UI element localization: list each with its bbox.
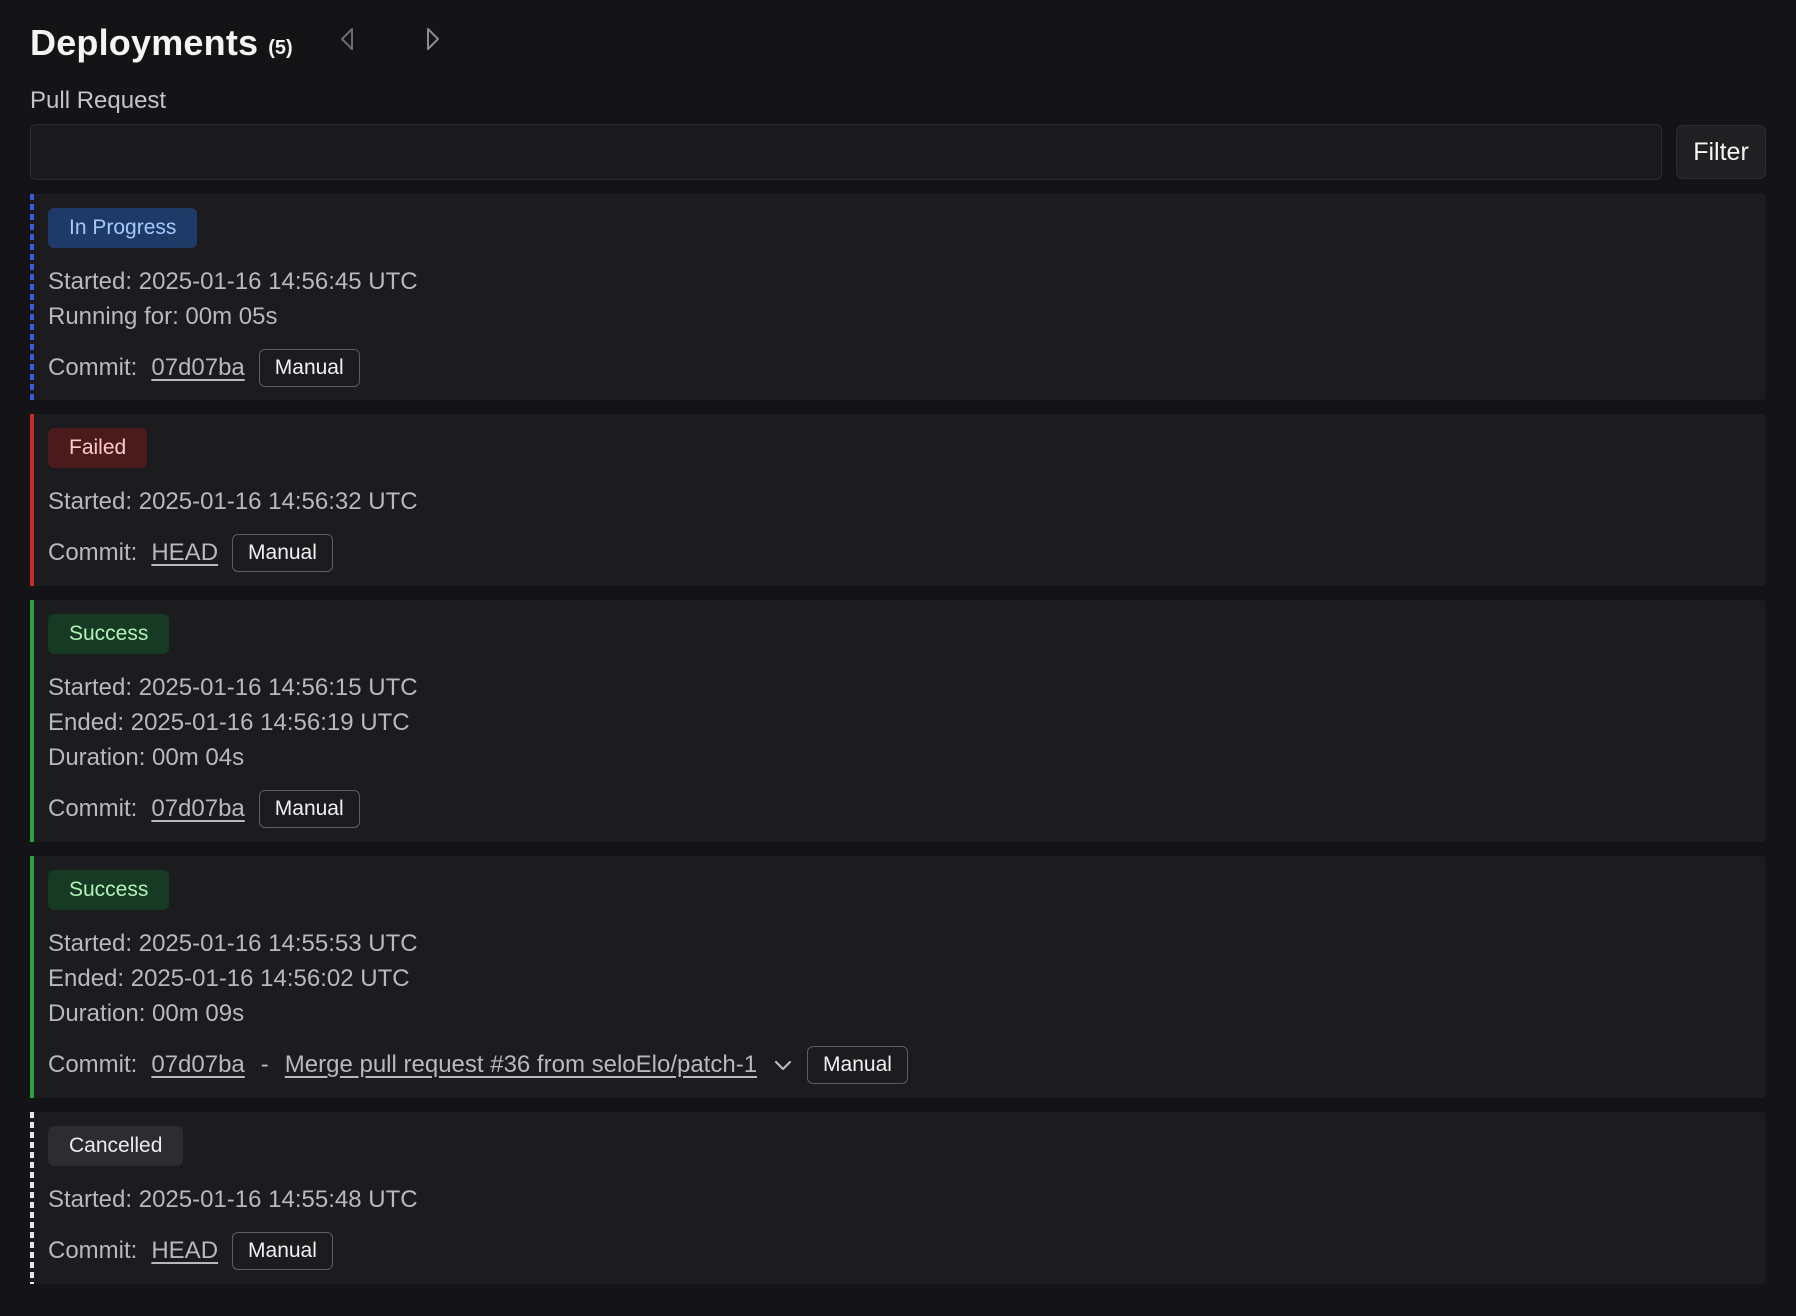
commit-label: Commit:: [48, 354, 138, 381]
commit-link[interactable]: 07d07ba: [151, 354, 244, 382]
trigger-chip: Manual: [258, 349, 360, 387]
deployment-card: Failed Started: 2025-01-16 14:56:32 UTC …: [30, 414, 1766, 586]
commit-label: Commit:: [48, 1051, 138, 1078]
started-time: Started: 2025-01-16 14:55:48 UTC: [48, 1186, 418, 1213]
deployment-card: Success Started: 2025-01-16 14:56:15 UTC…: [30, 600, 1766, 842]
commit-separator: -: [260, 1051, 269, 1078]
commit-row: Commit: HEAD Manual: [48, 533, 1748, 573]
trigger-chip: Manual: [258, 790, 360, 828]
chevron-down-icon: [774, 1060, 792, 1071]
status-edge: [30, 856, 34, 1098]
commit-label: Commit:: [48, 1237, 138, 1264]
trigger-chip: Manual: [232, 1232, 333, 1270]
status-edge: [30, 600, 34, 842]
duration: Duration: 00m 09s: [48, 1000, 245, 1027]
started-time: Started: 2025-01-16 14:56:32 UTC: [48, 488, 418, 515]
started-time: Started: 2025-01-16 14:55:53 UTC: [48, 930, 418, 957]
trigger-chip: Manual: [232, 534, 333, 572]
commit-link[interactable]: 07d07ba: [151, 1051, 244, 1079]
commit-label: Commit:: [48, 539, 138, 566]
pull-request-filter-input[interactable]: [30, 124, 1662, 180]
page-header: Deployments (5): [30, 0, 1766, 86]
status-badge: Success: [48, 870, 170, 910]
caret-right-icon: [427, 28, 439, 50]
deployment-card: In Progress Started: 2025-01-16 14:56:45…: [30, 194, 1766, 400]
commit-message-link[interactable]: Merge pull request #36 from seloElo/patc…: [285, 1051, 757, 1079]
status-badge: Success: [48, 614, 170, 654]
deployments-page: Deployments (5) Pull Request Filter In P…: [30, 0, 1766, 1298]
status-edge: [30, 1112, 34, 1284]
deployment-count: (5): [268, 36, 293, 59]
ended-time: Ended: 2025-01-16 14:56:19 UTC: [48, 709, 410, 736]
expand-commit-button[interactable]: [773, 1058, 793, 1072]
commit-label: Commit:: [48, 795, 138, 822]
status-edge: [30, 194, 34, 400]
next-page-button[interactable]: [416, 22, 450, 56]
page-title: Deployments: [30, 22, 259, 63]
filter-row: Filter: [30, 124, 1766, 180]
pull-request-filter-label: Pull Request: [30, 87, 167, 114]
commit-link[interactable]: HEAD: [151, 539, 218, 567]
commit-row: Commit: 07d07ba - Merge pull request #36…: [48, 1045, 1748, 1085]
trigger-chip: Manual: [807, 1046, 908, 1084]
duration: Duration: 00m 04s: [48, 744, 245, 771]
caret-left-icon: [341, 28, 353, 50]
commit-link[interactable]: 07d07ba: [151, 795, 244, 823]
status-badge: Failed: [48, 428, 148, 468]
ended-time: Ended: 2025-01-16 14:56:02 UTC: [48, 965, 410, 992]
filter-button[interactable]: Filter: [1676, 125, 1766, 179]
status-badge: Cancelled: [48, 1126, 184, 1166]
commit-row: Commit: HEAD Manual: [48, 1231, 1748, 1271]
status-badge: In Progress: [48, 208, 198, 248]
commit-row: Commit: 07d07ba Manual: [48, 789, 1748, 829]
deployment-card: Cancelled Started: 2025-01-16 14:55:48 U…: [30, 1112, 1766, 1284]
running-duration: Running for: 00m 05s: [48, 303, 278, 330]
previous-page-button[interactable]: [330, 22, 364, 56]
started-time: Started: 2025-01-16 14:56:15 UTC: [48, 674, 418, 701]
status-edge: [30, 414, 34, 586]
commit-row: Commit: 07d07ba Manual: [48, 348, 1748, 388]
commit-link[interactable]: HEAD: [151, 1237, 218, 1265]
deployment-card: Success Started: 2025-01-16 14:55:53 UTC…: [30, 856, 1766, 1098]
started-time: Started: 2025-01-16 14:56:45 UTC: [48, 268, 418, 295]
